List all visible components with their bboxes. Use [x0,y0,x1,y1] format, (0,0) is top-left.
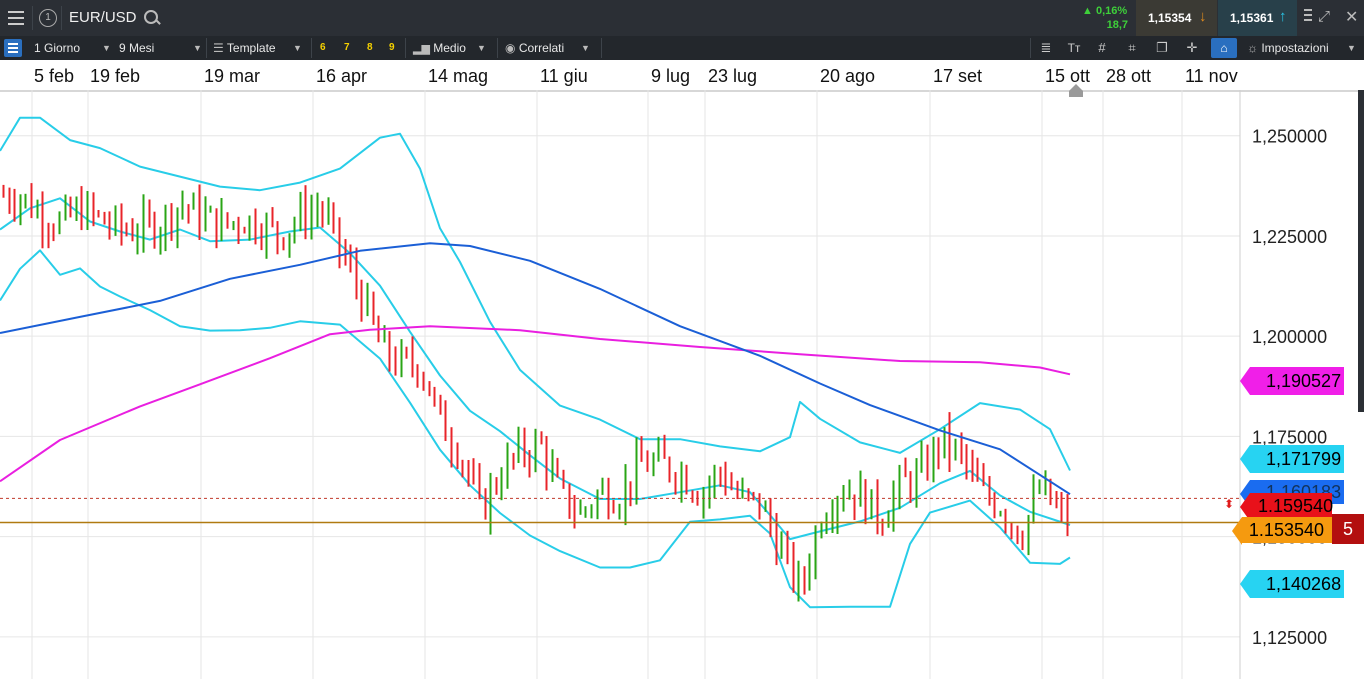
current-price-tag: 1.153540 [1232,517,1332,545]
series-line-bb-upper [0,116,1071,471]
x-tick-label: 5 feb [34,66,75,86]
tag-icon[interactable]: ⌂ [1211,38,1237,58]
copy-icon[interactable]: ❐ [1149,36,1175,60]
sell-price: 1,15354 [1148,11,1192,25]
settings-label: Impostazioni [1261,41,1329,55]
x-tick-label: 23 lug [708,66,758,86]
average-label: Medio [433,41,466,55]
list-icon[interactable] [1304,9,1312,25]
lower-band-price: 1,140268 [1266,574,1342,594]
gear-icon: ☼ [1247,41,1258,55]
template-select[interactable]: ☰ Template ▼ [213,36,305,60]
chevron-down-icon: ▼ [293,43,302,53]
last-close-price-tag: 1.159540 [1240,493,1334,521]
slot-8-button[interactable]: 8 [367,36,373,60]
x-axis-bar: 5 feb 19 feb 19 mar 16 apr 14 mag 11 giu… [0,60,1364,97]
slot-9-button[interactable]: 9 [389,36,395,60]
template-label: Template [226,41,276,55]
dark-red-tag-value: 5 [1342,519,1353,539]
x-tick-label: 19 mar [204,66,261,86]
ruler-icon[interactable]: ≣ [1033,36,1059,60]
text-size-icon[interactable]: Tт [1061,36,1087,60]
x-tick-label: 19 feb [90,66,141,86]
chevron-down-icon: ▼ [477,43,486,53]
change-percent: 0,16% [1095,5,1128,17]
lower-band-price-tag: 1,140268 [1240,570,1344,598]
expand-icon[interactable]: ⤢ [1318,8,1330,25]
bar-chart-icon: ▂▆ [413,43,430,55]
x-tick-label: 9 lug [651,66,691,86]
buy-price: 1,15361 [1230,11,1274,25]
crosshair-icon[interactable]: ✛ [1179,36,1205,60]
search-icon-handle [155,19,161,25]
slot-7-button[interactable]: 7 [344,36,350,60]
x-tick-label: 15 ott [1045,66,1091,86]
x-tick-label: 11 nov [1185,66,1238,86]
bollinger-bands [0,116,1071,609]
instrument-name[interactable]: EUR/USD [69,9,137,26]
chevron-down-icon: ▼ [1347,43,1356,53]
last-close-price: 1.159540 [1258,496,1334,516]
right-scroll-track[interactable] [1358,90,1364,412]
x-tick-label: 16 apr [316,66,368,86]
range-select[interactable]: 9 Mesi ▼ [119,36,203,60]
eye-icon: ◉ [505,41,516,55]
y-tick-label: 1,200000 [1252,327,1327,347]
range-label: 9 Mesi [119,41,155,55]
x-tick-label: 11 giu [540,66,588,86]
price-chart[interactable]: 1,2500001,2250001,2000001,1750001,150000… [0,90,1364,679]
upper-band-price: 1,171799 [1266,449,1342,469]
price-alert-icon[interactable]: ⬍ [1224,498,1234,510]
up-arrow-icon: ↑ [1279,8,1287,25]
ma-magenta-price-tag: 1,190527 [1240,367,1344,395]
interval-label: 1 Giorno [34,41,81,55]
interval-select[interactable]: 1 Giorno ▼ [34,36,111,60]
chart-toolbar: 1 Giorno ▼ 9 Mesi ▼ ☰ Template ▼ 6 7 8 9… [0,36,1364,60]
y-tick-label: 1,125000 [1252,628,1327,648]
info-icon[interactable]: 1 [39,9,57,27]
y-tick-label: 1,225000 [1252,227,1327,247]
buy-price-button[interactable]: 1,15361 ↑ [1218,0,1297,36]
crosshair-grid-icon[interactable]: ⌗ [1119,36,1145,60]
up-arrow-icon: ▲ [1082,5,1093,17]
chevron-down-icon: ▼ [102,43,111,53]
close-icon[interactable]: ✕ [1345,7,1358,27]
chevron-down-icon: ▼ [193,43,202,53]
change-panel: ▲ 0,16% 18,7 [1070,0,1134,36]
x-tick-label: 28 ott [1106,66,1152,86]
x-tick-label: 17 set [933,66,983,86]
x-tick-label: 14 mag [428,66,489,86]
related-label: Correlati [518,41,565,55]
top-bar: 1 EUR/USD ▲ 0,16% 18,7 1,15354 ↓ 1,15361… [0,0,1364,36]
ma-magenta-price: 1,190527 [1266,371,1342,391]
change-points: 18,7 [1106,19,1128,31]
chart-list-icon[interactable] [4,39,22,57]
upper-band-price-tag: 1,171799 [1240,445,1344,473]
slot-6-button[interactable]: 6 [320,36,326,60]
average-select[interactable]: ▂▆ Medio ▼ [413,36,493,60]
grid-icon[interactable]: # [1089,36,1115,60]
menu-icon[interactable] [8,11,24,25]
down-arrow-icon: ↓ [1199,8,1207,25]
current-price: 1.153540 [1248,520,1324,540]
template-icon: ☰ [213,41,224,55]
x-tick-label: 20 ago [820,66,876,86]
chevron-down-icon: ▼ [581,43,590,53]
related-select[interactable]: ◉ Correlati ▼ [505,36,597,60]
y-tick-label: 1,250000 [1252,127,1327,147]
sell-price-button[interactable]: 1,15354 ↓ [1136,0,1217,36]
settings-button[interactable]: ☼ Impostazioni ▼ [1247,36,1357,60]
dark-red-price-tag: 5 [1332,514,1364,544]
